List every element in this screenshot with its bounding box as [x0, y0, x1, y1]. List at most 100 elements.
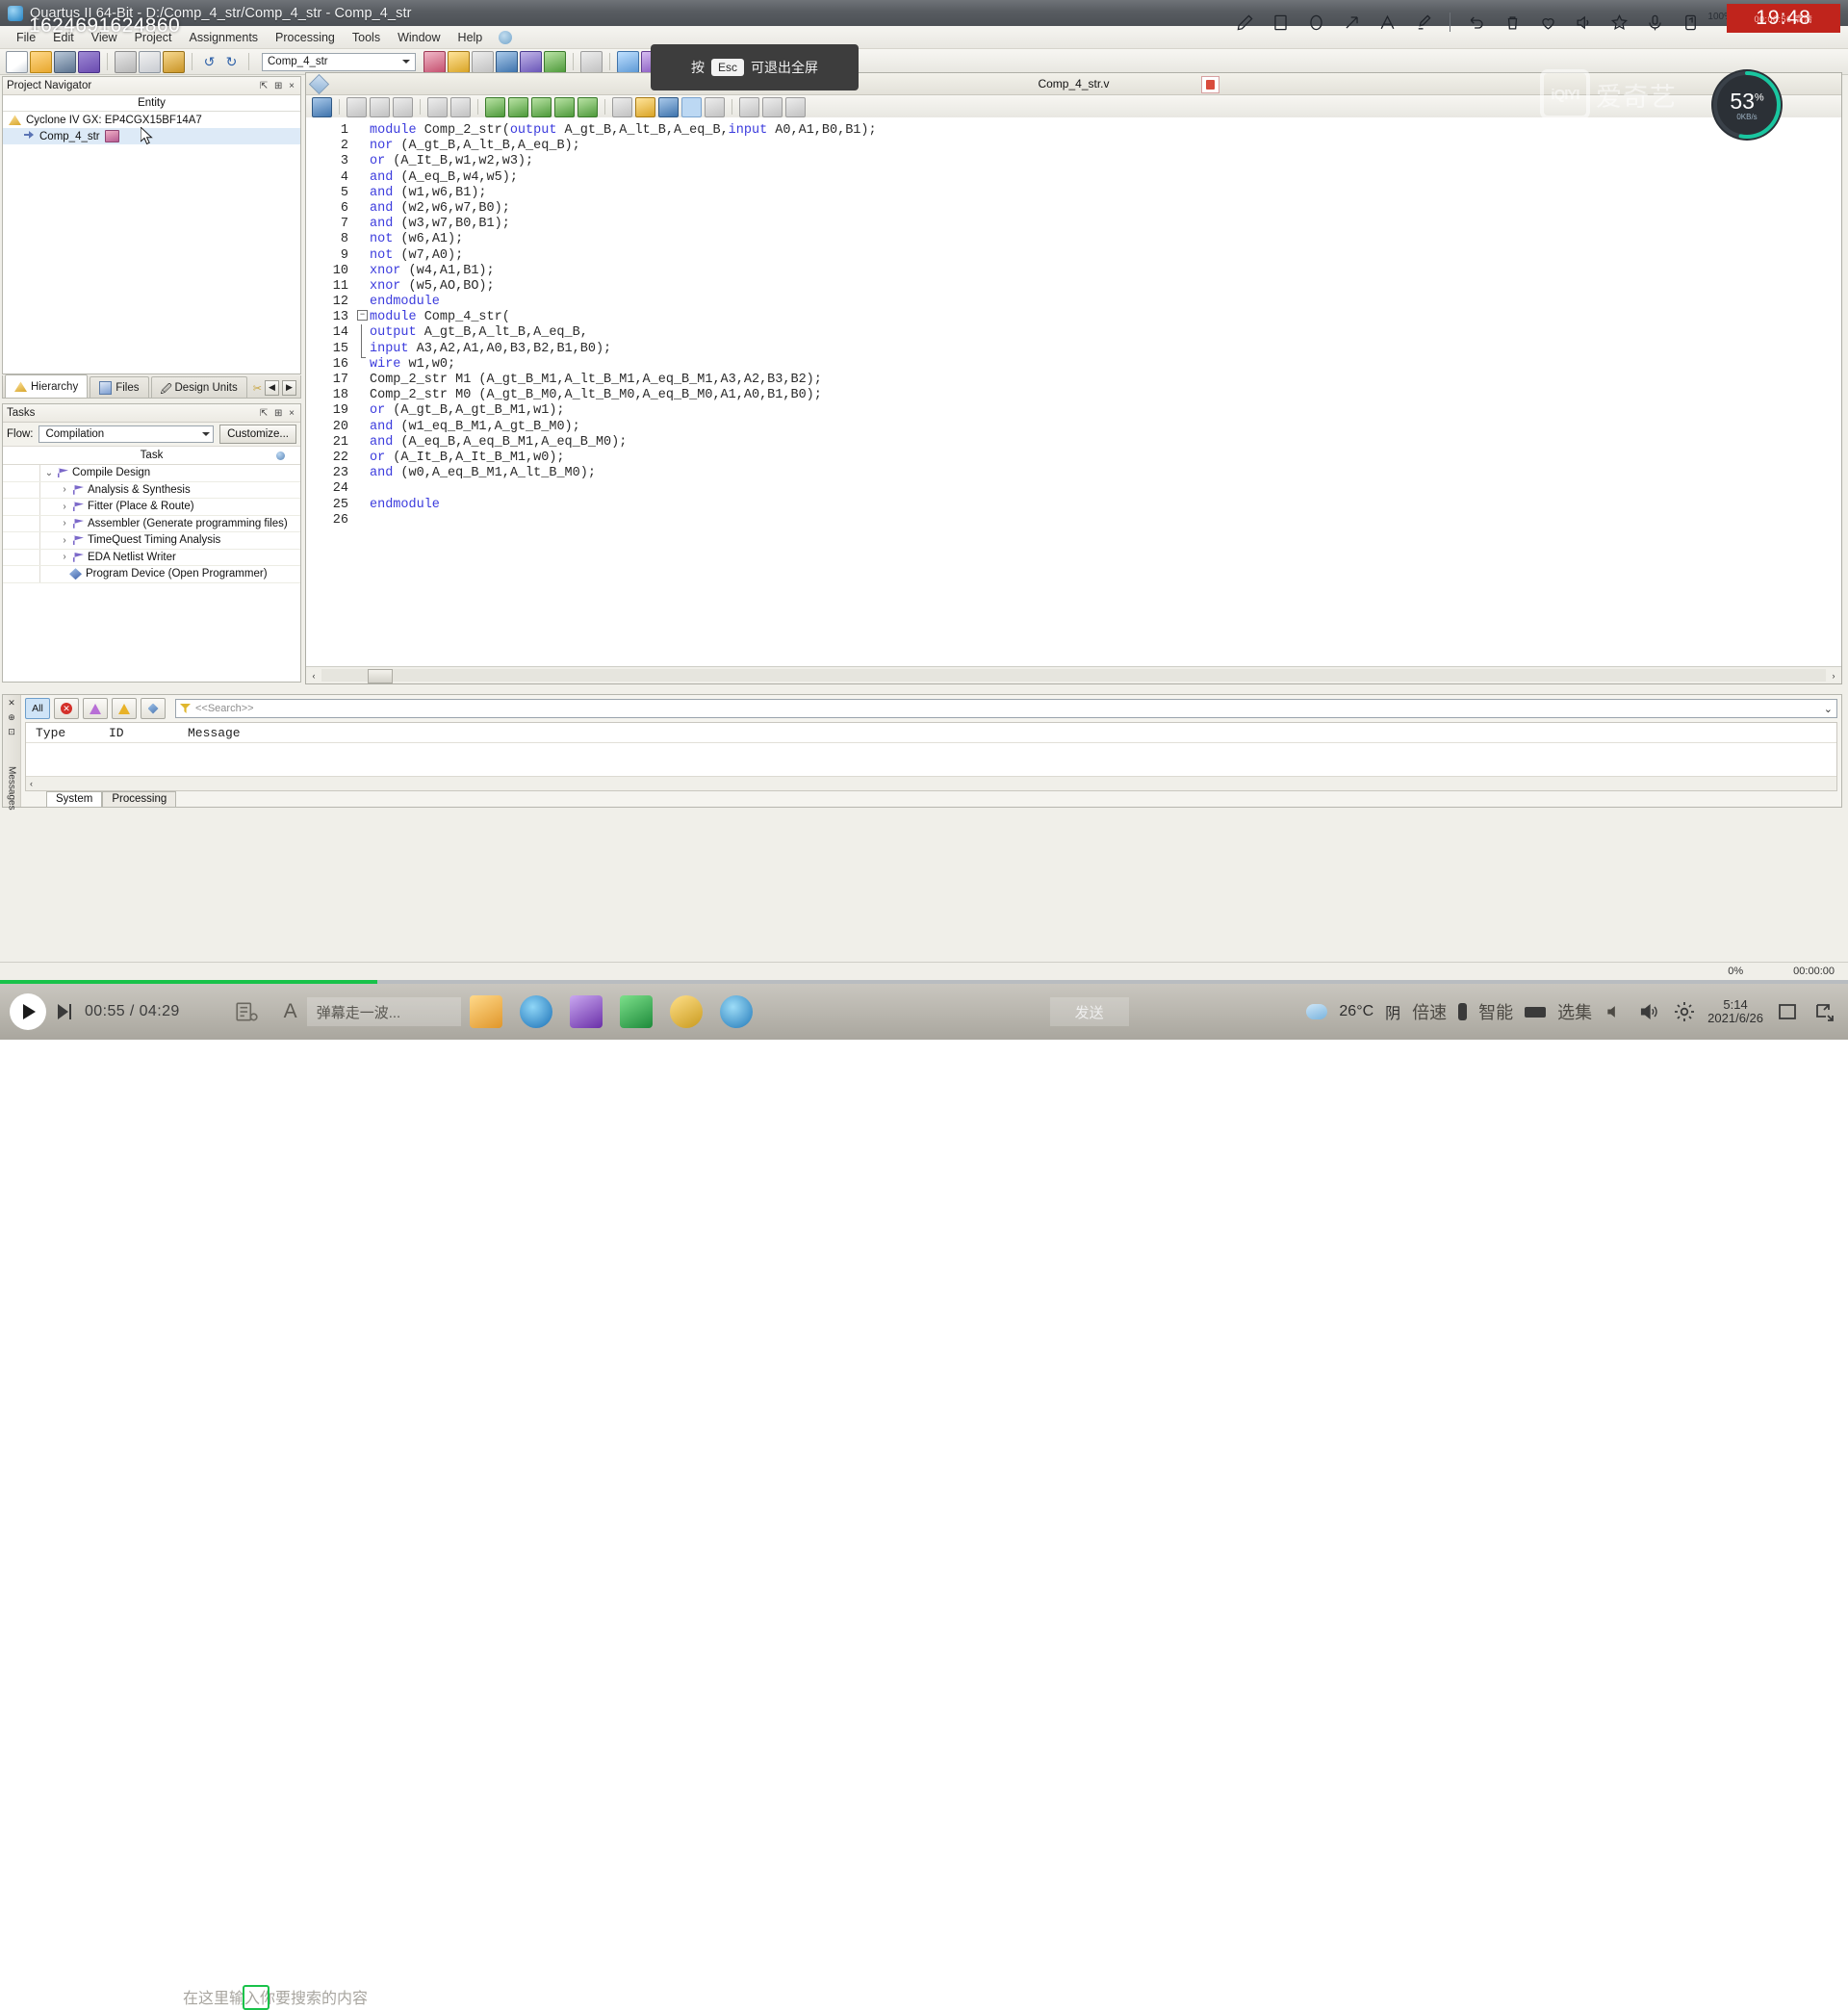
pen-icon[interactable]	[1236, 13, 1254, 32]
programmer-icon[interactable]	[544, 50, 566, 73]
volume-icon[interactable]	[1636, 1001, 1661, 1022]
recorder-clock[interactable]: 19:48 00:00:56 高清	[1727, 4, 1840, 33]
panel-pin-close-icons[interactable]: ⇱ ⊞ ×	[260, 81, 296, 91]
code-line[interactable]: endmodule	[370, 295, 1841, 310]
code-line[interactable]: endmodule	[370, 498, 1841, 513]
trash-icon[interactable]	[1503, 13, 1522, 32]
code-line[interactable]: not (w6,A1);	[370, 232, 1841, 247]
code-line[interactable]: input A3,A2,A1,A0,B3,B2,B1,B0);	[370, 342, 1841, 357]
rectangle-icon[interactable]	[1271, 13, 1290, 32]
new-file-icon[interactable]	[6, 50, 28, 73]
chevron-down-icon[interactable]	[402, 60, 410, 64]
task-expand-chevron-icon[interactable]: ›	[60, 484, 69, 495]
heart-icon[interactable]	[1539, 13, 1557, 32]
send-button[interactable]: 发送	[1049, 997, 1129, 1026]
ellipse-icon[interactable]	[1307, 13, 1325, 32]
zoom-out-icon[interactable]	[785, 96, 806, 117]
help-bulb-icon[interactable]	[499, 30, 513, 44]
menu-file[interactable]: File	[8, 29, 44, 46]
code-line[interactable]: module Comp_4_str(	[370, 310, 1841, 325]
cut-icon[interactable]	[115, 50, 137, 73]
zoom-in-icon[interactable]	[762, 96, 783, 117]
copy-icon[interactable]	[139, 50, 161, 73]
taskbar-office-icon[interactable]	[619, 995, 653, 1028]
code-line[interactable]: and (w1,w6,B1);	[370, 186, 1841, 201]
uncomment-icon[interactable]	[554, 96, 575, 117]
redo-icon[interactable]: ↻	[221, 52, 242, 72]
tab-options-icon[interactable]: ✂	[253, 382, 262, 395]
task-row[interactable]: › Fitter (Place & Route)	[3, 499, 300, 516]
mic-icon[interactable]	[1646, 13, 1664, 32]
menu-project[interactable]: Project	[126, 29, 181, 46]
tab-system[interactable]: System	[46, 791, 103, 807]
scroll-track[interactable]	[321, 669, 1826, 683]
project-revision-combo[interactable]: Comp_4_str	[262, 52, 416, 71]
paste-icon[interactable]	[163, 50, 185, 73]
episodes-label[interactable]: 选集	[1557, 999, 1592, 1024]
scroll-thumb[interactable]	[368, 669, 393, 683]
check-syntax-icon[interactable]	[658, 96, 679, 117]
chevron-down-icon[interactable]: ⌄	[1824, 703, 1833, 715]
volume-small-icon[interactable]	[1604, 1002, 1625, 1021]
show-line-numbers-icon[interactable]	[681, 96, 702, 117]
chevron-down-icon[interactable]	[202, 432, 211, 436]
task-row[interactable]: Program Device (Open Programmer)	[3, 566, 300, 583]
star-icon[interactable]	[1610, 13, 1629, 32]
code-line[interactable]: and (w2,w6,w7,B0);	[370, 201, 1841, 217]
rtl-viewer-icon[interactable]	[580, 50, 603, 73]
task-expand-chevron-icon[interactable]: ›	[60, 518, 69, 528]
taskbar-app-icon[interactable]	[669, 995, 703, 1028]
task-row[interactable]: › EDA Netlist Writer	[3, 549, 300, 566]
device-icon[interactable]	[1681, 13, 1700, 32]
decrease-indent-icon[interactable]	[427, 96, 448, 117]
menu-tools[interactable]: Tools	[344, 29, 389, 46]
close-icon[interactable]: ✕	[8, 698, 15, 709]
danmu-input[interactable]: 弹幕走一波...	[306, 997, 461, 1026]
start-compilation-icon[interactable]	[424, 50, 446, 73]
taskbar-vscode-icon[interactable]	[569, 995, 603, 1028]
menu-view[interactable]: View	[83, 29, 126, 46]
word-wrap-icon[interactable]	[705, 96, 725, 117]
fold-toggle-icon[interactable]: −	[357, 310, 368, 321]
print-icon[interactable]	[78, 50, 100, 73]
task-row[interactable]: › TimeQuest Timing Analysis	[3, 532, 300, 550]
danmu-font-icon[interactable]: A	[284, 1000, 297, 1023]
customize-button[interactable]: Customize...	[219, 425, 296, 444]
scroll-left-icon[interactable]: ‹	[306, 668, 321, 683]
code-line[interactable]: or (A_It_B,A_It_B_M1,w0);	[370, 451, 1841, 466]
filter-all-button[interactable]: All	[25, 698, 50, 719]
task-expand-chevron-icon[interactable]: ⌄	[44, 468, 54, 478]
code-line[interactable]: xnor (w4,A1,B1);	[370, 264, 1841, 279]
tab-files[interactable]: Files	[90, 376, 149, 398]
settings-icon[interactable]	[520, 50, 542, 73]
bookmark-icon[interactable]	[612, 96, 632, 117]
smart-mode-label[interactable]: 智能	[1478, 999, 1513, 1024]
code-line[interactable]: wire w1,w0;	[370, 357, 1841, 373]
save-file-icon[interactable]	[312, 96, 332, 117]
next-episode-button[interactable]	[58, 1004, 71, 1019]
fullscreen-icon[interactable]	[1775, 1000, 1800, 1023]
save-icon[interactable]	[54, 50, 76, 73]
danmu-settings-icon[interactable]	[234, 999, 259, 1024]
menu-edit[interactable]: Edit	[44, 29, 83, 46]
code-line[interactable]: or (A_It_B,w1,w2,w3);	[370, 154, 1841, 169]
tab-scroll-left-button[interactable]: ◀	[265, 380, 279, 396]
messages-horizontal-scrollbar[interactable]: ‹	[26, 776, 1836, 790]
tree-row-device[interactable]: Cyclone IV GX: EP4CGX15BF14A7	[3, 112, 300, 128]
code-area[interactable]: 1 2 3 4 5 6 7 8 9 10 11 12 13 14 15 16 17 18 19 20 21 22 23 24 2…	[306, 117, 1841, 666]
start-compilation-run-icon[interactable]	[617, 50, 639, 73]
task-expand-chevron-icon[interactable]: ›	[60, 552, 69, 562]
analysis-synthesis-icon[interactable]	[448, 50, 470, 73]
menu-window[interactable]: Window	[389, 29, 449, 46]
mic-mute-icon[interactable]	[1458, 1003, 1468, 1020]
code-line[interactable]: and (w3,w7,B0,B1);	[370, 217, 1841, 232]
task-row[interactable]: ⌄ Compile Design	[3, 465, 300, 482]
code-fold-column[interactable]: −	[356, 117, 370, 666]
pin-planner-icon[interactable]	[472, 50, 494, 73]
play-pause-button[interactable]	[10, 993, 46, 1030]
editor-close-button[interactable]	[1201, 76, 1219, 93]
next-bookmark-icon[interactable]	[635, 96, 655, 117]
code-line[interactable]: Comp_2_str M0 (A_gt_B_M0,A_lt_B_M0,A_eq_…	[370, 388, 1841, 403]
taskbar-explorer-icon[interactable]	[469, 995, 502, 1028]
messages-search-input[interactable]: <<Search>> ⌄	[175, 699, 1837, 718]
